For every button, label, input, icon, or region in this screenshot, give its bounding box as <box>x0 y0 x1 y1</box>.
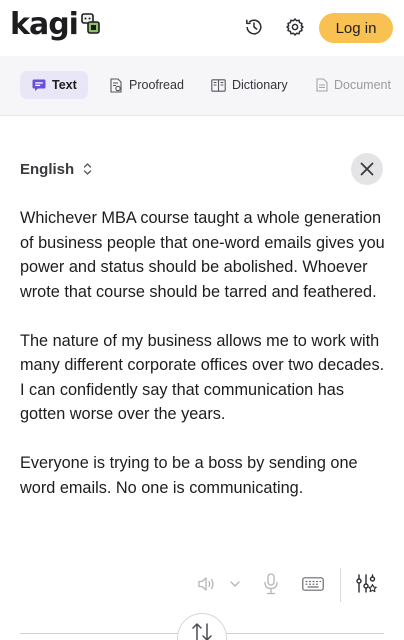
tab-proofread[interactable]: Proofread <box>110 71 184 99</box>
text-paragraph: The nature of my business allows me to w… <box>20 331 385 424</box>
chevron-down-icon <box>230 581 240 587</box>
tune-settings-icon <box>356 574 377 593</box>
swap-languages-button[interactable] <box>177 613 227 640</box>
options-button[interactable] <box>354 572 378 596</box>
clear-text-button[interactable] <box>351 153 383 185</box>
proofread-icon <box>110 77 123 93</box>
speak-button[interactable] <box>196 573 218 595</box>
microphone-icon <box>264 573 278 595</box>
kagi-logo[interactable]: kagi <box>10 8 101 42</box>
language-selector[interactable]: English <box>20 158 92 180</box>
mode-tabs: Text Proofread Dictionary Document <box>0 56 404 116</box>
input-toolbar <box>0 566 404 606</box>
tab-document[interactable]: Document <box>316 71 391 99</box>
text-paragraph: Whichever MBA course taught a whole gene… <box>20 209 385 301</box>
logo-text: kagi <box>10 7 79 42</box>
swap-arrows-icon <box>192 623 212 640</box>
login-button[interactable]: Log in <box>319 13 393 43</box>
settings-button[interactable] <box>284 16 306 38</box>
tab-text-label: Text <box>52 78 77 92</box>
header: kagi Log in <box>0 0 404 56</box>
chevron-updown-icon <box>83 162 92 176</box>
text-paragraph: Everyone is trying to be a boss by sendi… <box>20 454 358 497</box>
keyboard-icon <box>302 577 324 591</box>
book-icon <box>211 78 226 92</box>
gear-icon <box>286 18 304 36</box>
history-clock-icon <box>246 19 262 35</box>
dictate-button[interactable] <box>261 572 281 596</box>
close-icon <box>360 162 374 176</box>
document-icon <box>316 78 328 92</box>
source-text-area[interactable]: Whichever MBA course taught a whole gene… <box>20 206 390 500</box>
tab-dictionary[interactable]: Dictionary <box>211 71 288 99</box>
chat-bubble-icon <box>32 78 46 92</box>
tab-text[interactable]: Text <box>20 71 88 99</box>
keyboard-button[interactable] <box>301 575 325 593</box>
history-button[interactable] <box>243 16 265 38</box>
speaker-icon <box>198 577 214 591</box>
tab-document-label: Document <box>334 78 391 92</box>
kagi-doggo-icon <box>81 12 101 40</box>
voice-options-dropdown[interactable] <box>228 575 242 593</box>
language-label: English <box>20 160 75 178</box>
toolbar-divider <box>340 568 341 602</box>
tab-dictionary-label: Dictionary <box>232 78 288 92</box>
tab-proofread-label: Proofread <box>129 78 184 92</box>
